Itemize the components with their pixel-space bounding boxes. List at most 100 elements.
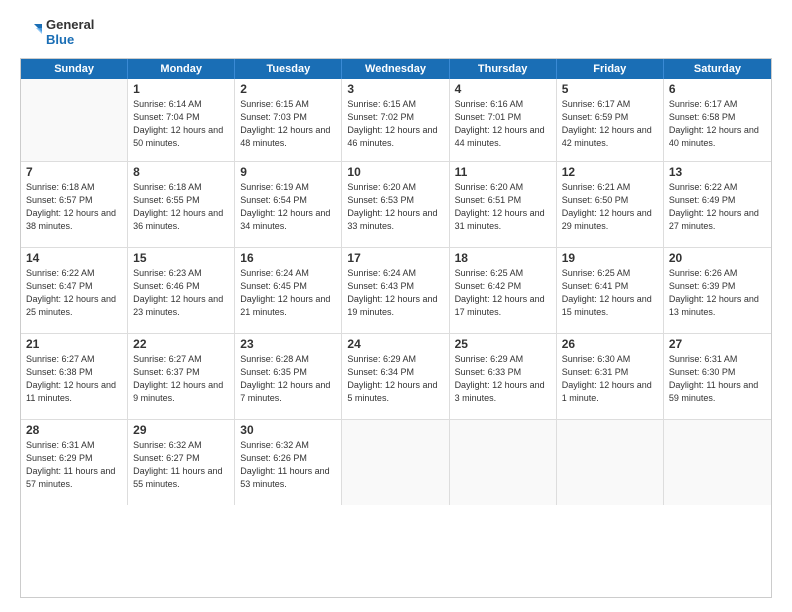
logo-text: General Blue: [46, 18, 94, 48]
day-number: 3: [347, 82, 443, 96]
day-cell-16: 16Sunrise: 6:24 AMSunset: 6:45 PMDayligh…: [235, 248, 342, 333]
day-number: 14: [26, 251, 122, 265]
day-number: 18: [455, 251, 551, 265]
sun-info: Sunrise: 6:29 AMSunset: 6:34 PMDaylight:…: [347, 353, 443, 405]
day-cell-5: 5 Sunrise: 6:17 AMSunset: 6:59 PMDaylight…: [557, 79, 664, 161]
day-number: 13: [669, 165, 766, 179]
sun-info: Sunrise: 6:27 AMSunset: 6:38 PMDaylight:…: [26, 353, 122, 405]
sun-info: Sunrise: 6:27 AMSunset: 6:37 PMDaylight:…: [133, 353, 229, 405]
day-cell-10: 10 Sunrise: 6:20 AMSunset: 6:53 PMDayligh…: [342, 162, 449, 247]
day-number: 12: [562, 165, 658, 179]
sun-info: Sunrise: 6:26 AMSunset: 6:39 PMDaylight:…: [669, 267, 766, 319]
day-cell-30: 30 Sunrise: 6:32 AMSunset: 6:26 PMDayligh…: [235, 420, 342, 505]
sun-info: Sunrise: 6:31 AMSunset: 6:30 PMDaylight:…: [669, 353, 766, 405]
day-number: 16: [240, 251, 336, 265]
day-cell-12: 12 Sunrise: 6:21 AMSunset: 6:50 PMDayligh…: [557, 162, 664, 247]
day-number: 6: [669, 82, 766, 96]
day-number: 15: [133, 251, 229, 265]
day-number: 27: [669, 337, 766, 351]
day-number: 22: [133, 337, 229, 351]
empty-cell: [450, 420, 557, 505]
day-cell-1: 1 Sunrise: 6:14 AMSunset: 7:04 PMDaylight…: [128, 79, 235, 161]
day-cell-27: 27 Sunrise: 6:31 AMSunset: 6:30 PMDayligh…: [664, 334, 771, 419]
day-number: 2: [240, 82, 336, 96]
sun-info: Sunrise: 6:23 AMSunset: 6:46 PMDaylight:…: [133, 267, 229, 319]
day-cell-8: 8Sunrise: 6:18 AMSunset: 6:55 PMDaylight…: [128, 162, 235, 247]
day-number: 4: [455, 82, 551, 96]
sun-info: Sunrise: 6:21 AMSunset: 6:50 PMDaylight:…: [562, 181, 658, 233]
day-cell-25: 25Sunrise: 6:29 AMSunset: 6:33 PMDayligh…: [450, 334, 557, 419]
logo-blue: Blue: [46, 33, 94, 48]
page-header: General Blue: [20, 18, 772, 48]
calendar-row-2: 7 Sunrise: 6:18 AMSunset: 6:57 PMDaylight…: [21, 161, 771, 247]
day-number: 21: [26, 337, 122, 351]
calendar-row-3: 14 Sunrise: 6:22 AMSunset: 6:47 PMDayligh…: [21, 247, 771, 333]
calendar-body: 1 Sunrise: 6:14 AMSunset: 7:04 PMDaylight…: [21, 79, 771, 505]
sun-info: Sunrise: 6:20 AMSunset: 6:53 PMDaylight:…: [347, 181, 443, 233]
day-number: 26: [562, 337, 658, 351]
header-day-wednesday: Wednesday: [342, 59, 449, 79]
day-number: 20: [669, 251, 766, 265]
sun-info: Sunrise: 6:32 AMSunset: 6:26 PMDaylight:…: [240, 439, 336, 491]
day-cell-21: 21 Sunrise: 6:27 AMSunset: 6:38 PMDayligh…: [21, 334, 128, 419]
empty-cell: [342, 420, 449, 505]
day-cell-22: 22 Sunrise: 6:27 AMSunset: 6:37 PMDayligh…: [128, 334, 235, 419]
header-day-monday: Monday: [128, 59, 235, 79]
day-number: 5: [562, 82, 658, 96]
day-cell-24: 24 Sunrise: 6:29 AMSunset: 6:34 PMDayligh…: [342, 334, 449, 419]
day-cell-4: 4 Sunrise: 6:16 AMSunset: 7:01 PMDaylight…: [450, 79, 557, 161]
day-cell-14: 14 Sunrise: 6:22 AMSunset: 6:47 PMDayligh…: [21, 248, 128, 333]
sun-info: Sunrise: 6:17 AMSunset: 6:58 PMDaylight:…: [669, 98, 766, 150]
day-cell-23: 23Sunrise: 6:28 AMSunset: 6:35 PMDayligh…: [235, 334, 342, 419]
day-cell-11: 11 Sunrise: 6:20 AMSunset: 6:51 PMDayligh…: [450, 162, 557, 247]
calendar-row-1: 1 Sunrise: 6:14 AMSunset: 7:04 PMDaylight…: [21, 79, 771, 161]
day-cell-13: 13 Sunrise: 6:22 AMSunset: 6:49 PMDayligh…: [664, 162, 771, 247]
day-cell-15: 15 Sunrise: 6:23 AMSunset: 6:46 PMDayligh…: [128, 248, 235, 333]
sun-info: Sunrise: 6:20 AMSunset: 6:51 PMDaylight:…: [455, 181, 551, 233]
day-number: 25: [455, 337, 551, 351]
day-number: 24: [347, 337, 443, 351]
day-number: 10: [347, 165, 443, 179]
sun-info: Sunrise: 6:22 AMSunset: 6:49 PMDaylight:…: [669, 181, 766, 233]
day-cell-3: 3Sunrise: 6:15 AMSunset: 7:02 PMDaylight…: [342, 79, 449, 161]
day-number: 7: [26, 165, 122, 179]
day-number: 23: [240, 337, 336, 351]
sun-info: Sunrise: 6:16 AMSunset: 7:01 PMDaylight:…: [455, 98, 551, 150]
sun-info: Sunrise: 6:18 AMSunset: 6:57 PMDaylight:…: [26, 181, 122, 233]
empty-cell: [21, 79, 128, 161]
header-day-friday: Friday: [557, 59, 664, 79]
day-cell-7: 7 Sunrise: 6:18 AMSunset: 6:57 PMDaylight…: [21, 162, 128, 247]
day-number: 29: [133, 423, 229, 437]
sun-info: Sunrise: 6:25 AMSunset: 6:41 PMDaylight:…: [562, 267, 658, 319]
logo-bird-icon: [20, 22, 42, 44]
calendar: SundayMondayTuesdayWednesdayThursdayFrid…: [20, 58, 772, 598]
sun-info: Sunrise: 6:30 AMSunset: 6:31 PMDaylight:…: [562, 353, 658, 405]
calendar-row-4: 21 Sunrise: 6:27 AMSunset: 6:38 PMDayligh…: [21, 333, 771, 419]
sun-info: Sunrise: 6:22 AMSunset: 6:47 PMDaylight:…: [26, 267, 122, 319]
sun-info: Sunrise: 6:32 AMSunset: 6:27 PMDaylight:…: [133, 439, 229, 491]
day-number: 9: [240, 165, 336, 179]
day-number: 30: [240, 423, 336, 437]
day-number: 1: [133, 82, 229, 96]
day-number: 11: [455, 165, 551, 179]
header-day-saturday: Saturday: [664, 59, 771, 79]
sun-info: Sunrise: 6:17 AMSunset: 6:59 PMDaylight:…: [562, 98, 658, 150]
sun-info: Sunrise: 6:24 AMSunset: 6:43 PMDaylight:…: [347, 267, 443, 319]
day-cell-19: 19Sunrise: 6:25 AMSunset: 6:41 PMDayligh…: [557, 248, 664, 333]
day-cell-9: 9 Sunrise: 6:19 AMSunset: 6:54 PMDaylight…: [235, 162, 342, 247]
logo-general: General: [46, 18, 94, 33]
calendar-header: SundayMondayTuesdayWednesdayThursdayFrid…: [21, 59, 771, 79]
calendar-page: General Blue SundayMondayTuesdayWednesda…: [0, 0, 792, 612]
empty-cell: [557, 420, 664, 505]
sun-info: Sunrise: 6:25 AMSunset: 6:42 PMDaylight:…: [455, 267, 551, 319]
header-day-tuesday: Tuesday: [235, 59, 342, 79]
day-cell-6: 6 Sunrise: 6:17 AMSunset: 6:58 PMDaylight…: [664, 79, 771, 161]
sun-info: Sunrise: 6:31 AMSunset: 6:29 PMDaylight:…: [26, 439, 122, 491]
day-cell-20: 20 Sunrise: 6:26 AMSunset: 6:39 PMDayligh…: [664, 248, 771, 333]
logo: General Blue: [20, 18, 94, 48]
day-cell-18: 18 Sunrise: 6:25 AMSunset: 6:42 PMDayligh…: [450, 248, 557, 333]
day-cell-28: 28Sunrise: 6:31 AMSunset: 6:29 PMDayligh…: [21, 420, 128, 505]
header-day-sunday: Sunday: [21, 59, 128, 79]
sun-info: Sunrise: 6:14 AMSunset: 7:04 PMDaylight:…: [133, 98, 229, 150]
sun-info: Sunrise: 6:19 AMSunset: 6:54 PMDaylight:…: [240, 181, 336, 233]
